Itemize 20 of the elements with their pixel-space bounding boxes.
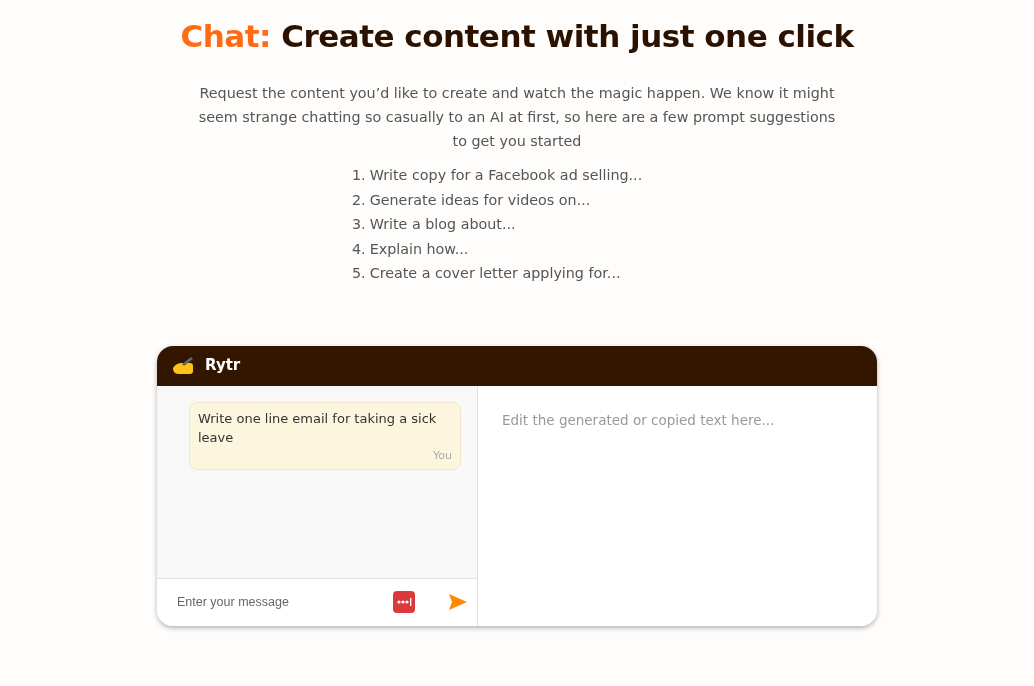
list-number: 5. [352, 264, 366, 284]
send-icon[interactable] [449, 594, 467, 611]
typing-dots-icon[interactable] [393, 591, 415, 614]
list-number: 3. [352, 215, 366, 235]
heading-accent: Chat: [180, 18, 271, 54]
message-text: Write one line email for taking a sick leave [198, 409, 438, 448]
suggestion-text: Write a blog about... [369, 215, 516, 235]
suggestion-text: Explain how... [369, 239, 469, 259]
list-number: 2. [352, 190, 366, 210]
list-number: 4. [352, 239, 366, 259]
list-number: 1. [352, 166, 366, 186]
suggestion-text: Generate ideas for videos on... [369, 190, 591, 210]
intro-paragraph: Request the content you’d like to create and watch the magic happen. We know it might seem strange chatting so casually to an AI at first, so here are a few prompt suggestions to get you started [197, 84, 837, 152]
message-bar[interactable]: Enter your message [157, 577, 477, 626]
sender-label: You [432, 447, 452, 464]
suggestion-text: Write copy for a Facebook ad selling... [369, 166, 643, 186]
app-name: Rytr [205, 355, 241, 377]
suggestion-text: Create a cover letter applying for... [369, 264, 621, 284]
heading-text: Create content with just one click [281, 18, 854, 54]
editor-field[interactable]: Edit the generated or copied text here... [478, 385, 877, 626]
